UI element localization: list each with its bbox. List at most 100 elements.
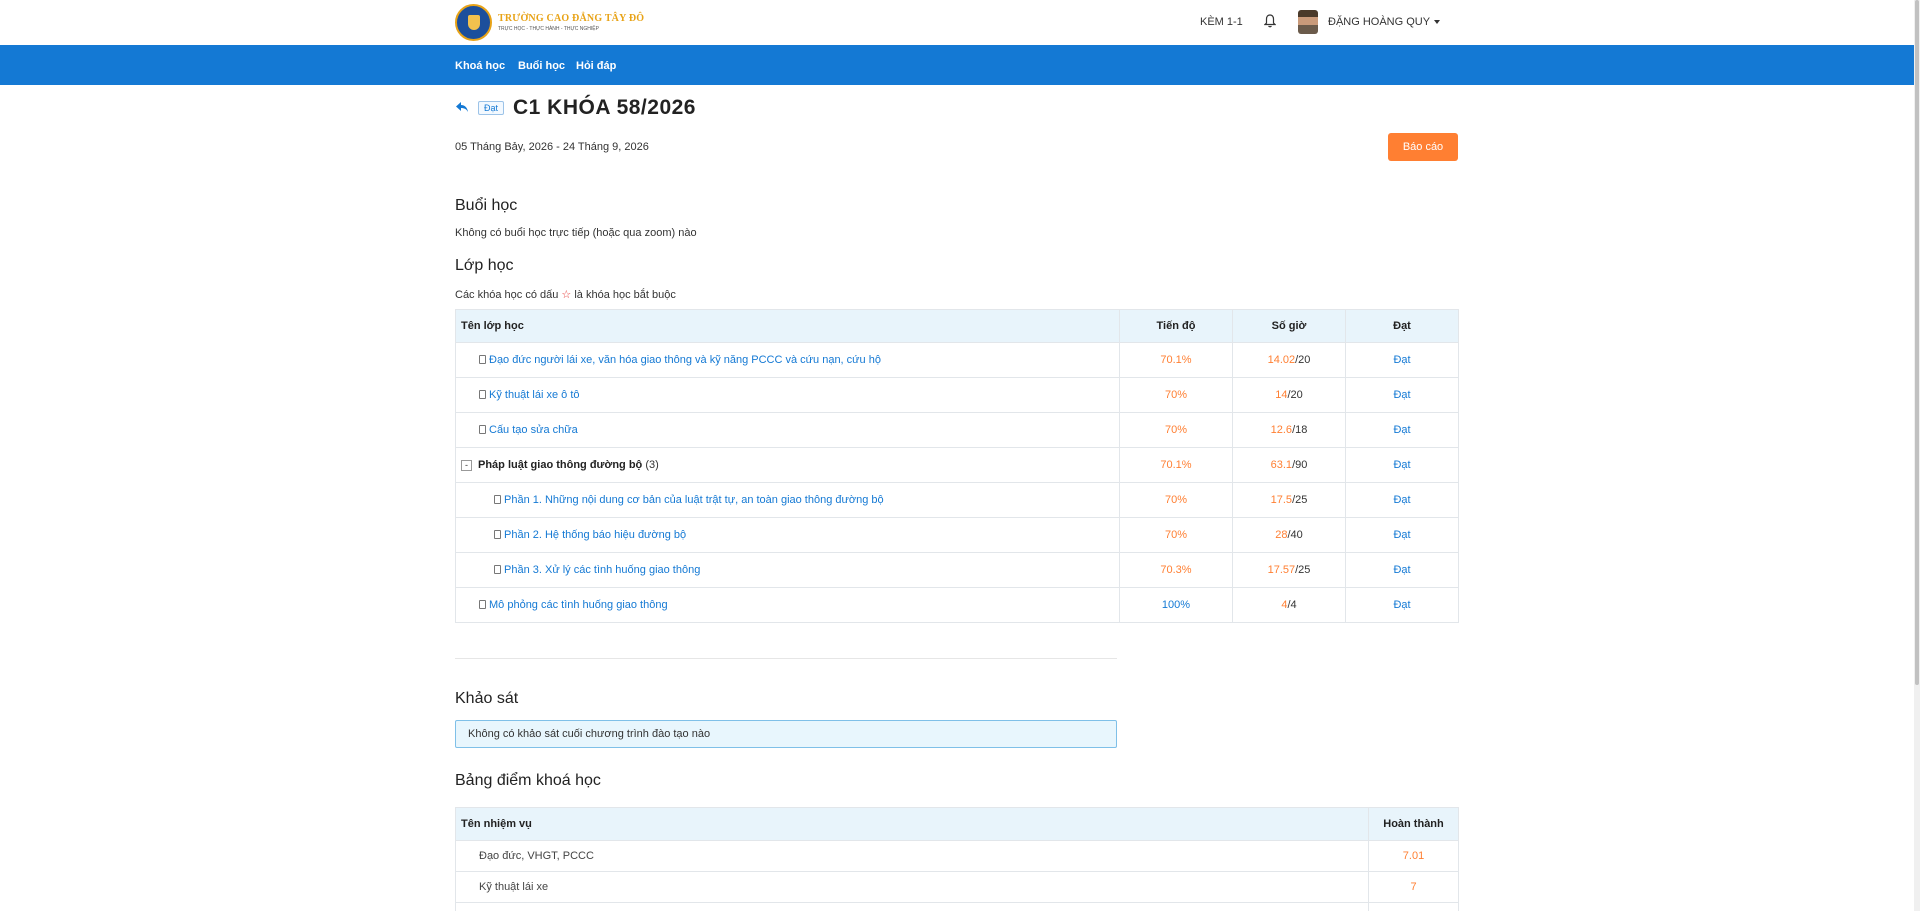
col-hours: Số giờ xyxy=(1232,309,1346,343)
class-link[interactable]: Đạo đức người lái xe, văn hóa giao thông… xyxy=(489,354,881,366)
class-link[interactable]: Phần 2. Hệ thống báo hiệu đường bộ xyxy=(504,529,686,541)
caret-down-icon xyxy=(1434,20,1441,25)
class-link[interactable]: Mô phỏng các tình huống giao thông xyxy=(489,599,668,611)
school-logo[interactable]: TRƯỜNG CAO ĐẲNG TÂY ĐÔ TRỰC HỌC - THỰC H… xyxy=(455,4,644,41)
kem-link[interactable]: KÈM 1-1 xyxy=(1200,16,1243,28)
sessions-empty-text: Không có buổi học trực tiếp (hoặc qua zo… xyxy=(455,227,697,239)
status-cell: Đạt xyxy=(1345,447,1459,483)
status-cell: Đạt xyxy=(1345,377,1459,413)
table-row: Mô phỏng các tình huống giao thông 100% … xyxy=(455,587,1459,623)
status-badge: Đạt xyxy=(478,101,505,115)
task-name-cell xyxy=(455,902,1369,911)
table-row: Phần 3. Xử lý các tình huống giao thông … xyxy=(455,552,1459,588)
score-cell: 7.01 xyxy=(1368,840,1459,872)
col-class-name: Tên lớp học xyxy=(455,309,1120,343)
scrollbar-thumb[interactable] xyxy=(1915,0,1919,685)
report-button[interactable]: Báo cáo xyxy=(1388,133,1458,161)
progress-cell: 70.1% xyxy=(1119,342,1233,378)
col-task-name: Tên nhiệm vụ xyxy=(455,807,1369,841)
progress-cell: 70% xyxy=(1119,482,1233,518)
logo-title: TRƯỜNG CAO ĐẲNG TÂY ĐÔ xyxy=(498,13,645,24)
progress-cell: 70.1% xyxy=(1119,447,1233,483)
page-title: C1 KHÓA 58/2026 xyxy=(513,96,696,119)
table-row: Phần 1. Những nội dung cơ bản của luật t… xyxy=(455,482,1459,518)
status-cell: Đạt xyxy=(1345,412,1459,448)
progress-cell: 100% xyxy=(1119,587,1233,623)
col-progress: Tiến độ xyxy=(1119,309,1233,343)
document-icon xyxy=(479,355,486,364)
table-row: Kỹ thuật lái xe ô tô 70% 14/20 Đạt xyxy=(455,377,1459,413)
hours-cell: 12.6/18 xyxy=(1232,412,1346,448)
task-name-cell: Kỹ thuật lái xe xyxy=(455,871,1369,903)
status-cell: Đạt xyxy=(1345,482,1459,518)
progress-cell: 70% xyxy=(1119,517,1233,553)
grades-table: Tên nhiệm vụ Hoàn thành Đạo đức, VHGT, P… xyxy=(455,807,1459,911)
nav-item-qa[interactable]: Hỏi đáp xyxy=(576,60,616,72)
hours-cell: 14/20 xyxy=(1232,377,1346,413)
hours-cell: 28/40 xyxy=(1232,517,1346,553)
status-cell: Đạt xyxy=(1345,517,1459,553)
classes-table: Tên lớp học Tiến độ Số giờ Đạt Đạo đức n… xyxy=(455,309,1459,623)
hours-cell: 17.57/25 xyxy=(1232,552,1346,588)
class-link[interactable]: Cấu tạo sửa chữa xyxy=(489,424,578,436)
main-nav: Khoá học Buổi học Hỏi đáp xyxy=(0,45,1914,85)
classes-note: Các khóa học có dấu ☆ là khóa học bắt bu… xyxy=(455,288,676,301)
status-cell: Đạt xyxy=(1345,587,1459,623)
progress-cell: 70% xyxy=(1119,412,1233,448)
table-header-row: Tên lớp học Tiến độ Số giờ Đạt xyxy=(455,309,1459,343)
col-status: Đạt xyxy=(1345,309,1459,343)
classes-heading: Lớp học xyxy=(455,257,514,274)
document-icon xyxy=(494,495,501,504)
avatar[interactable] xyxy=(1298,10,1318,34)
class-link[interactable]: Phần 3. Xử lý các tình huống giao thông xyxy=(504,564,700,576)
class-link[interactable]: Phần 1. Những nội dung cơ bản của luật t… xyxy=(504,494,884,506)
document-icon xyxy=(494,565,501,574)
nav-item-courses[interactable]: Khoá học xyxy=(455,60,505,72)
user-menu[interactable]: ĐẶNG HOÀNG QUY xyxy=(1328,16,1441,28)
top-bar: TRƯỜNG CAO ĐẲNG TÂY ĐÔ TRỰC HỌC - THỰC H… xyxy=(0,0,1914,45)
nav-item-sessions[interactable]: Buổi học xyxy=(518,60,565,72)
note-after: là khóa học bắt buộc xyxy=(574,289,676,301)
document-icon xyxy=(479,390,486,399)
hours-cell: 17.5/25 xyxy=(1232,482,1346,518)
progress-cell: 70% xyxy=(1119,377,1233,413)
hours-cell: 63.1/90 xyxy=(1232,447,1346,483)
sessions-heading: Buổi học xyxy=(455,197,518,214)
document-icon xyxy=(479,425,486,434)
survey-empty-notice: Không có khảo sát cuối chương trình đào … xyxy=(455,720,1117,748)
group-count: (3) xyxy=(645,459,659,471)
hours-cell: 4/4 xyxy=(1232,587,1346,623)
star-icon: ☆ xyxy=(561,289,572,301)
logo-subtitle: TRỰC HỌC - THỰC HÀNH - THỰC NGHIỆP xyxy=(498,26,599,32)
col-completed: Hoàn thành xyxy=(1368,807,1459,841)
class-link[interactable]: Kỹ thuật lái xe ô tô xyxy=(489,389,580,401)
table-row xyxy=(455,902,1459,911)
document-icon xyxy=(479,600,486,609)
section-divider xyxy=(455,658,1117,659)
score-cell xyxy=(1368,902,1459,911)
score-cell: 7 xyxy=(1368,871,1459,903)
table-row: Đạo đức, VHGT, PCCC 7.01 xyxy=(455,840,1459,872)
task-name-cell: Đạo đức, VHGT, PCCC xyxy=(455,840,1369,872)
table-row-group: - Pháp luật giao thông đường bộ (3) 70.1%… xyxy=(455,447,1459,483)
back-arrow-icon[interactable] xyxy=(455,101,469,113)
school-emblem-icon xyxy=(455,4,492,41)
bell-icon[interactable] xyxy=(1264,14,1276,28)
table-header-row: Tên nhiệm vụ Hoàn thành xyxy=(455,807,1459,841)
document-icon xyxy=(494,530,501,539)
group-name: Pháp luật giao thông đường bộ xyxy=(478,459,643,471)
table-row: Đạo đức người lái xe, văn hóa giao thông… xyxy=(455,342,1459,378)
progress-cell: 70.3% xyxy=(1119,552,1233,588)
collapse-toggle[interactable]: - xyxy=(461,460,472,471)
grades-heading: Bảng điểm khoá học xyxy=(455,772,601,789)
table-row: Phần 2. Hệ thống báo hiệu đường bộ 70% 2… xyxy=(455,517,1459,553)
status-cell: Đạt xyxy=(1345,552,1459,588)
note-before: Các khóa học có dấu xyxy=(455,289,559,301)
survey-heading: Khảo sát xyxy=(455,690,519,707)
username-label: ĐẶNG HOÀNG QUY xyxy=(1328,16,1431,28)
status-cell: Đạt xyxy=(1345,342,1459,378)
hours-cell: 14.02/20 xyxy=(1232,342,1346,378)
table-row: Cấu tạo sửa chữa 70% 12.6/18 Đạt xyxy=(455,412,1459,448)
table-row: Kỹ thuật lái xe 7 xyxy=(455,871,1459,903)
course-dates: 05 Tháng Bảy, 2026 - 24 Tháng 9, 2026 xyxy=(455,141,649,153)
